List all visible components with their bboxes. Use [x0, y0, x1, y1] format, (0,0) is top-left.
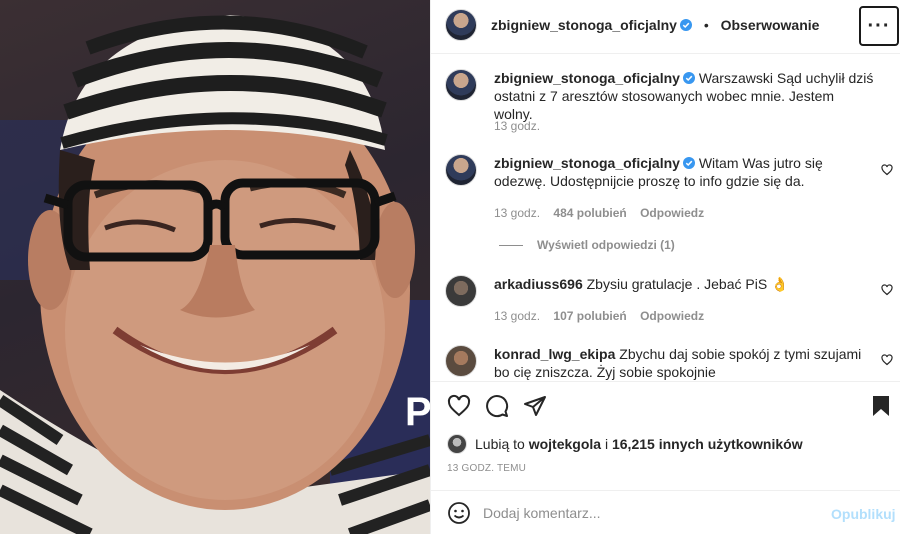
verified-badge-icon	[682, 157, 695, 169]
paper-plane-icon[interactable]	[523, 394, 547, 418]
comment-username[interactable]: zbigniew_stonoga_oficjalny	[494, 70, 680, 86]
liker-username[interactable]: wojtekgola	[529, 436, 601, 452]
separator-dot: •	[703, 17, 709, 33]
comment-time[interactable]: 13 godz.	[494, 206, 540, 220]
comment-time[interactable]: 13 godz.	[494, 119, 540, 133]
comment-avatar[interactable]	[445, 69, 477, 101]
comment-meta: 13 godz. 484 polubień Odpowiedz	[494, 206, 714, 220]
background-letter: P	[405, 390, 430, 434]
add-comment-input[interactable]	[483, 501, 823, 525]
comment-time[interactable]: 13 godz.	[494, 309, 540, 323]
comment-meta: 13 godz.	[494, 119, 550, 133]
verified-badge-icon	[679, 19, 692, 31]
following-button[interactable]: Obserwowanie	[721, 17, 820, 33]
comment-avatar[interactable]	[445, 154, 477, 186]
comment-body: konrad_lwg_ekipa Zbychu daj sobie spokój…	[494, 345, 874, 380]
liker-avatar[interactable]	[447, 434, 467, 454]
like-comment-heart-icon[interactable]	[881, 284, 893, 296]
more-options-button[interactable]: ···	[859, 6, 899, 46]
comments-list: zbigniew_stonoga_oficjalny Warszawski Są…	[431, 55, 900, 380]
author-info: zbigniew_stonoga_oficjalny • Obserwowani…	[491, 17, 819, 33]
comment-username[interactable]: arkadiuss696	[494, 276, 583, 292]
post-photo[interactable]: P	[0, 0, 430, 534]
post-header: zbigniew_stonoga_oficjalny • Obserwowani…	[431, 0, 900, 54]
comment-avatar[interactable]	[445, 345, 477, 377]
comment-likes[interactable]: 484 polubień	[553, 206, 626, 220]
comment-avatar[interactable]	[445, 275, 477, 307]
view-replies-label: Wyświetl odpowiedzi (1)	[537, 238, 675, 252]
reply-button[interactable]: Odpowiedz	[640, 309, 704, 323]
post-photo-illustration: P	[0, 15, 430, 534]
striped-cap	[60, 15, 388, 150]
view-replies-button[interactable]: Wyświetl odpowiedzi (1)	[499, 238, 675, 252]
replies-divider	[499, 244, 523, 246]
caption-body: zbigniew_stonoga_oficjalny Warszawski Są…	[494, 69, 874, 123]
likes-others-link[interactable]: 16,215 innych użytkowników	[612, 436, 803, 452]
likes-summary: Lubią to wojtekgola i 16,215 innych użyt…	[447, 434, 803, 454]
likes-prefix: Lubią to	[475, 436, 525, 452]
comment-body: arkadiuss696 Zbysiu gratulacje . Jebać P…	[494, 275, 874, 293]
verified-badge-icon	[682, 72, 695, 84]
post-timestamp[interactable]: 13 godz. temu	[447, 463, 526, 474]
emoji-smile-icon[interactable]	[447, 501, 471, 525]
author-username[interactable]: zbigniew_stonoga_oficjalny	[491, 17, 677, 33]
post-comment-button[interactable]: Opublikuj	[831, 506, 896, 522]
like-comment-heart-icon[interactable]	[881, 164, 893, 176]
like-comment-heart-icon[interactable]	[881, 354, 893, 366]
comment-body: zbigniew_stonoga_oficjalny Witam Was jut…	[494, 154, 874, 190]
comment-meta: 13 godz. 107 polubień Odpowiedz	[494, 309, 714, 323]
add-comment-bar: Opublikuj	[431, 490, 900, 534]
comment-text: Zbysiu gratulacje . Jebać PiS 👌	[586, 276, 789, 292]
heart-icon[interactable]	[447, 394, 471, 418]
post-actions-bar	[431, 381, 900, 429]
post-details-panel: zbigniew_stonoga_oficjalny • Obserwowani…	[430, 0, 900, 534]
bookmark-icon[interactable]	[869, 394, 893, 418]
comment-username[interactable]: konrad_lwg_ekipa	[494, 346, 615, 362]
comment-username[interactable]: zbigniew_stonoga_oficjalny	[494, 155, 680, 171]
author-avatar[interactable]	[445, 9, 477, 41]
comment-bubble-icon[interactable]	[485, 394, 509, 418]
likes-middle: i	[604, 436, 609, 452]
comment-likes[interactable]: 107 polubień	[553, 309, 626, 323]
reply-button[interactable]: Odpowiedz	[640, 206, 704, 220]
more-options-icon: ···	[867, 14, 891, 37]
